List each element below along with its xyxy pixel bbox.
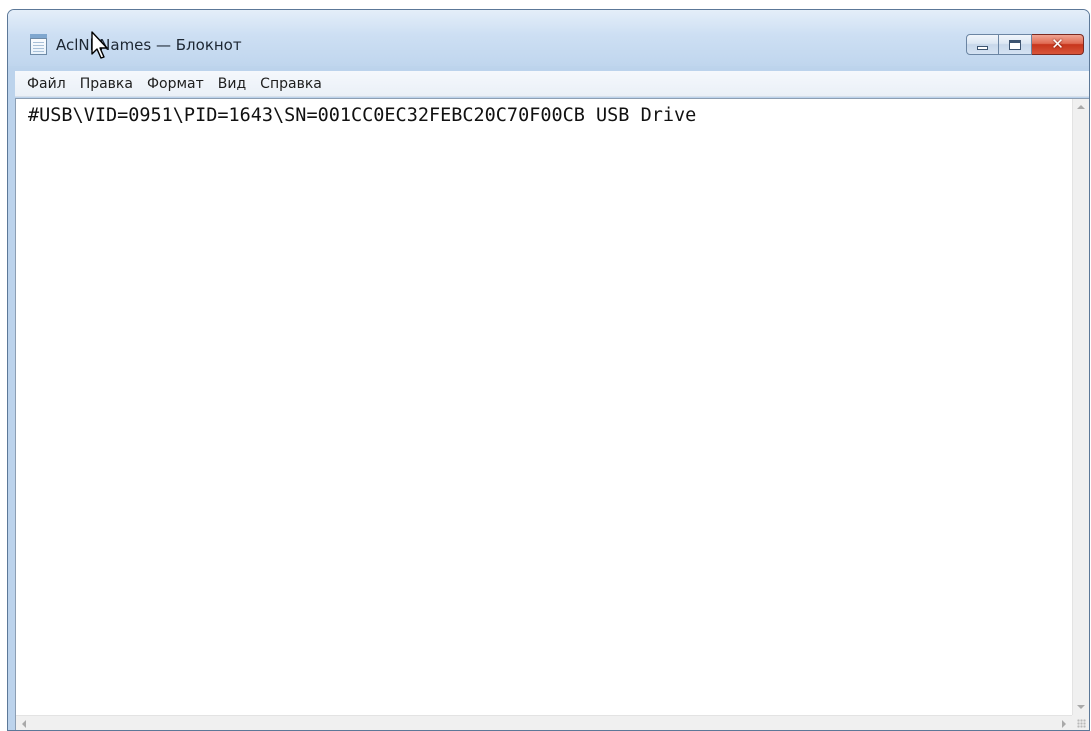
mouse-cursor-icon (91, 31, 108, 59)
window-title: AclNbNames — Блокнот (56, 36, 242, 54)
notepad-window: AclNbNames — Блокнот ✕ Файл Правка Форма… (7, 9, 1090, 731)
minimize-icon (977, 46, 988, 50)
resize-grip-icon (1077, 719, 1086, 728)
maximize-icon (1009, 39, 1021, 50)
title-bar[interactable]: AclNbNames — Блокнот ✕ (8, 10, 1089, 66)
menu-view[interactable]: Вид (211, 71, 253, 97)
vertical-scrollbar[interactable] (1072, 99, 1089, 715)
menu-help[interactable]: Справка (253, 71, 329, 97)
scroll-up-icon[interactable] (1077, 105, 1085, 109)
menu-bar: Файл Правка Формат Вид Справка (15, 71, 1089, 97)
menu-file[interactable]: Файл (20, 71, 73, 97)
maximize-button[interactable] (999, 34, 1032, 55)
close-button[interactable]: ✕ (1032, 34, 1084, 55)
text-editor-area[interactable]: #USB\VID=0951\PID=1643\SN=001CC0EC32FEBC… (15, 98, 1089, 730)
menu-format[interactable]: Формат (140, 71, 211, 97)
window-controls: ✕ (966, 34, 1084, 56)
scroll-left-icon[interactable] (22, 720, 26, 728)
minimize-button[interactable] (966, 34, 999, 55)
resize-grip[interactable] (1072, 715, 1089, 730)
menu-edit[interactable]: Правка (73, 71, 140, 97)
scroll-down-icon[interactable] (1077, 705, 1085, 709)
editor-text[interactable]: #USB\VID=0951\PID=1643\SN=001CC0EC32FEBC… (28, 105, 696, 127)
scroll-right-icon[interactable] (1062, 720, 1066, 728)
horizontal-scrollbar[interactable] (16, 715, 1072, 730)
notepad-icon[interactable] (30, 34, 47, 55)
close-icon: ✕ (1051, 35, 1064, 53)
